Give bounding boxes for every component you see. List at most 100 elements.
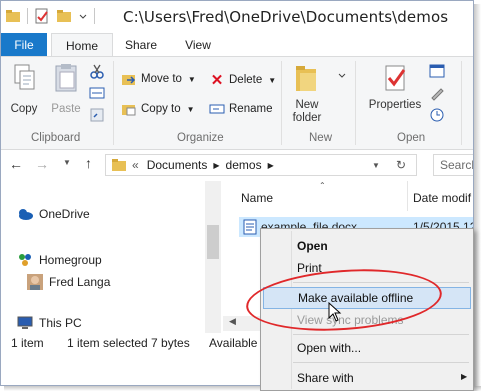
copy-to-icon — [122, 105, 136, 116]
rename-label: Rename — [229, 103, 273, 115]
new-folder-label-line1: New — [295, 99, 319, 111]
divider — [94, 8, 95, 24]
menu-item-share-with[interactable]: Share with — [263, 367, 471, 389]
word-document-icon — [243, 219, 257, 235]
delete-icon: ✕ — [210, 72, 224, 89]
paste-label: Paste — [51, 103, 81, 115]
folder-icon — [6, 10, 20, 22]
title-bar: C:\Users\Fred\OneDrive\Documents\demos — [1, 1, 473, 33]
tab-view[interactable]: View — [177, 33, 219, 57]
cut-icon[interactable] — [89, 63, 105, 79]
menu-item-open[interactable]: Open — [263, 235, 471, 257]
divider — [461, 61, 462, 145]
breadcrumb-documents[interactable]: Documents — [147, 158, 208, 172]
chevron-down-icon: ▼ — [268, 75, 277, 85]
nav-scrollbar[interactable] — [205, 181, 221, 333]
copy-button[interactable]: Copy — [7, 63, 41, 116]
status-availability: Available o — [209, 336, 268, 350]
sort-chevron-icon: ⌃ — [319, 181, 326, 190]
copy-to-label: Copy to — [141, 103, 181, 115]
up-icon[interactable]: ↑ — [85, 155, 92, 171]
tab-share[interactable]: Share — [121, 33, 161, 57]
refresh-icon[interactable]: ↻ — [396, 158, 406, 172]
status-item-count: 1 item — [11, 336, 44, 350]
scroll-thumb[interactable] — [207, 225, 219, 259]
copy-icon — [14, 64, 35, 90]
open-group-label: Open — [397, 132, 426, 144]
divider — [281, 61, 282, 145]
nav-item-fred-langa[interactable]: Fred Langa — [27, 274, 110, 290]
paste-shortcut-icon[interactable] — [89, 107, 105, 123]
nav-item-label: Homegroup — [39, 253, 102, 267]
new-item-icon[interactable] — [337, 67, 347, 83]
address-dropdown-icon[interactable]: ▼ — [372, 161, 380, 170]
properties-icon[interactable] — [34, 8, 50, 24]
cloud-icon — [19, 209, 33, 220]
address-row: ← → ▼ ↑ « Documents ▶ demos ▶ ▼ ↻ Search — [1, 152, 473, 180]
homegroup-icon — [19, 254, 31, 266]
properties-button[interactable]: Properties — [367, 63, 423, 112]
delete-button[interactable]: ✕ Delete ▼ — [209, 71, 276, 89]
delete-label: Delete — [229, 74, 263, 86]
chevron-right-icon[interactable]: ▶ — [268, 161, 274, 170]
tab-home[interactable]: Home — [51, 33, 113, 58]
nav-item-label: Fred Langa — [49, 275, 111, 289]
menu-item-open-with[interactable]: Open with... — [263, 337, 471, 359]
status-selection: 1 item selected 7 bytes — [67, 336, 190, 350]
column-header-date[interactable]: Date modif — [413, 191, 471, 205]
properties-icon — [385, 65, 406, 91]
clipboard-group-label: Clipboard — [31, 132, 81, 144]
back-icon[interactable]: ← — [9, 156, 23, 172]
search-input[interactable]: Search — [433, 154, 473, 176]
move-to-label: Move to — [141, 73, 182, 85]
user-avatar-icon — [27, 274, 43, 290]
tab-file[interactable]: File — [1, 33, 47, 57]
forward-icon[interactable]: → — [35, 156, 49, 172]
folder-icon — [112, 159, 126, 171]
copy-label: Copy — [10, 103, 38, 115]
breadcrumb-demos[interactable]: demos — [226, 158, 262, 172]
divider — [293, 362, 469, 363]
copy-to-button[interactable]: Copy to ▼ — [121, 101, 195, 117]
submenu-arrow-icon: ▶ — [461, 372, 468, 381]
ribbon-tabs: File Home Share View — [1, 33, 473, 58]
new-folder-label-line2: folder — [292, 112, 322, 124]
recent-locations-icon[interactable]: ▼ — [63, 158, 71, 167]
address-bar[interactable]: « Documents ▶ demos ▶ ▼ ↻ — [105, 154, 417, 176]
paste-icon — [55, 64, 77, 92]
move-to-button[interactable]: Move to ▼ — [121, 71, 196, 87]
copy-path-icon[interactable] — [89, 85, 105, 101]
divider — [293, 334, 469, 335]
mouse-cursor-icon — [328, 302, 342, 322]
divider — [355, 61, 356, 145]
computer-icon — [17, 316, 33, 329]
divider — [113, 61, 114, 145]
divider — [407, 181, 408, 211]
chevron-down-icon: ▼ — [187, 74, 196, 84]
navigation-pane: OneDrive Homegroup Fred Langa This PC — [1, 181, 221, 331]
open-icon[interactable] — [429, 63, 445, 79]
quick-access-toolbar — [5, 8, 95, 24]
window-title: C:\Users\Fred\OneDrive\Documents\demos — [123, 8, 449, 26]
paste-button[interactable]: Paste — [49, 63, 83, 116]
chevron-right-icon[interactable]: ▶ — [213, 161, 219, 170]
divider — [27, 8, 28, 24]
edit-icon[interactable] — [429, 85, 445, 101]
new-group-label: New — [309, 132, 333, 144]
nav-item-homegroup[interactable]: Homegroup — [17, 252, 102, 268]
rename-button[interactable]: Rename — [209, 101, 272, 117]
scroll-left-icon[interactable]: ◀ — [229, 316, 236, 327]
chevron-down-icon: ▼ — [186, 104, 195, 114]
nav-item-label: This PC — [39, 316, 82, 330]
history-icon[interactable] — [429, 107, 445, 123]
new-folder-icon — [296, 66, 316, 91]
nav-item-onedrive[interactable]: OneDrive — [17, 207, 90, 221]
dropdown-icon[interactable] — [78, 8, 88, 24]
new-folder-icon[interactable] — [56, 8, 72, 24]
breadcrumb-overflow[interactable]: « — [132, 158, 139, 172]
organize-group-label: Organize — [177, 132, 224, 144]
nav-item-this-pc[interactable]: This PC — [17, 315, 82, 331]
column-header-name[interactable]: Name — [241, 191, 273, 205]
ribbon: Copy Paste Clipboard Move to ▼ Copy to ▼… — [1, 56, 473, 150]
new-folder-button[interactable]: New folder — [287, 63, 327, 125]
